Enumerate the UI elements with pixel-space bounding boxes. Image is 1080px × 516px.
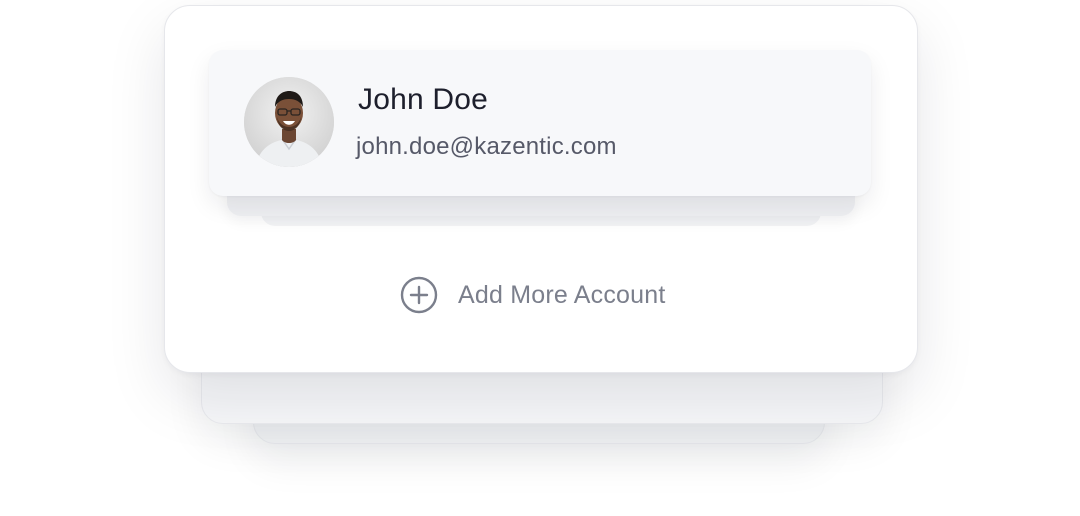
account-name: John Doe xyxy=(358,83,489,116)
add-account-label: Add More Account xyxy=(458,280,666,309)
account-item[interactable]: John Doe john.doe@kazentic.com xyxy=(209,50,871,196)
avatar xyxy=(244,77,334,167)
account-switcher-illustration: John Doe john.doe@kazentic.com Add More … xyxy=(0,0,1080,516)
add-account-button[interactable]: Add More Account xyxy=(400,276,666,314)
account-switcher-card: John Doe john.doe@kazentic.com Add More … xyxy=(164,5,918,373)
user-avatar-icon xyxy=(244,77,334,167)
plus-circle-icon xyxy=(400,276,438,314)
account-email: john.doe@kazentic.com xyxy=(356,133,617,160)
